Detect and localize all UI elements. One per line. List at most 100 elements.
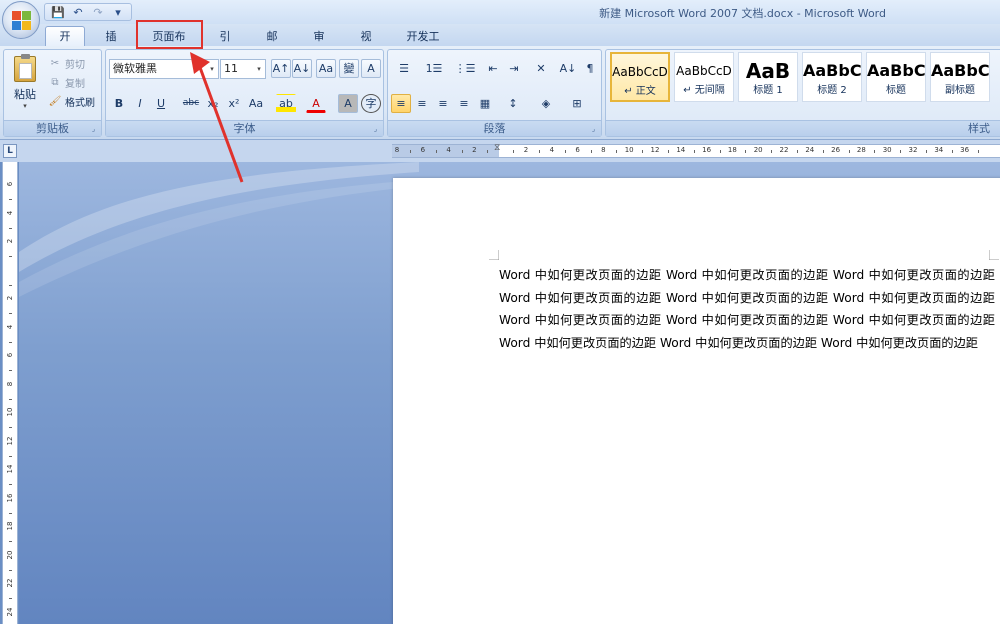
tab-view[interactable]: 视图	[345, 26, 387, 62]
underline-button[interactable]: U	[151, 94, 171, 113]
ruler-tick	[590, 150, 592, 153]
ruler-label: 8	[601, 146, 606, 154]
style-heading-1[interactable]: AaB 标题 1	[738, 52, 798, 102]
decrease-indent-button[interactable]: ⇤	[483, 59, 503, 78]
style-no-spacing[interactable]: AaBbCcD ↵ 无间隔	[674, 52, 734, 102]
tab-home[interactable]: 开始	[45, 26, 85, 62]
ruler-tick	[642, 150, 644, 153]
ruler-tick	[874, 150, 876, 153]
ruler-tick	[848, 150, 850, 153]
shading-button[interactable]: ◈	[533, 94, 559, 113]
font-color-button[interactable]: A	[306, 94, 326, 113]
grow-font-button[interactable]: A↑	[271, 59, 291, 78]
customize-icon[interactable]: ▾	[109, 4, 127, 20]
char-border-button[interactable]: A	[361, 59, 381, 78]
align-center-button[interactable]: ≡	[412, 94, 432, 113]
crop-mark-left	[489, 250, 499, 260]
brush-icon: 🖌	[48, 96, 62, 107]
shrink-font-button[interactable]: A↓	[292, 59, 312, 78]
font-launcher-icon[interactable]: ⌟	[371, 125, 380, 134]
style-heading-2[interactable]: AaBbC 标题 2	[802, 52, 862, 102]
ruler-label: 2	[472, 146, 477, 154]
copy-button[interactable]: ⧉ 复制	[48, 75, 85, 90]
ruler-label: 4	[446, 146, 451, 154]
style-title[interactable]: AaBbC 标题	[866, 52, 926, 102]
ruler-label: 8	[394, 146, 400, 154]
office-button[interactable]	[2, 1, 40, 39]
ruler-label: 36	[960, 146, 970, 154]
redo-icon[interactable]: ↷	[89, 4, 107, 20]
enclose-char-button[interactable]: 字	[361, 94, 381, 113]
ruler-label: 24	[6, 607, 14, 616]
ruler-label: 6	[6, 181, 14, 187]
ruler-tick	[771, 150, 773, 153]
clipboard-group-label: 剪贴板	[4, 120, 101, 136]
borders-button[interactable]: ⊞	[564, 94, 590, 113]
paragraph-launcher-icon[interactable]: ⌟	[589, 125, 598, 134]
style-subtitle[interactable]: AaBbC 副标题	[930, 52, 990, 102]
horizontal-ruler[interactable]: 8 6 4 2 2 4 6 8 10 12 14 16 18 20 22 24 26 28 30 32 34 36 ⧖	[392, 143, 1000, 158]
bold-button[interactable]: B	[109, 94, 129, 113]
sort-button[interactable]: A↓	[558, 59, 578, 78]
cut-button[interactable]: ✂ 剪切	[48, 56, 85, 71]
ruler-label: 34	[934, 146, 944, 154]
line-spacing-button[interactable]: ↕	[500, 94, 526, 113]
multilevel-list-button[interactable]: ⋮☰	[451, 59, 479, 78]
paste-button[interactable]: 粘贴 ▾	[8, 54, 42, 116]
paste-icon	[14, 54, 36, 82]
style-normal[interactable]: AaBbCcD ↵ 正文	[610, 52, 670, 102]
italic-button[interactable]: I	[130, 94, 150, 113]
align-left-button[interactable]: ≡	[391, 94, 411, 113]
ruler-label: 4	[6, 324, 14, 329]
tab-review[interactable]: 审阅	[298, 26, 340, 62]
justify-button[interactable]: ≡	[454, 94, 474, 113]
ruler-label: 28	[856, 146, 866, 154]
styles-gallery: AaBbCcD ↵ 正文 AaBbCcD ↵ 无间隔 AaB 标题 1 AaBb…	[608, 52, 990, 104]
ruler-tick	[9, 569, 12, 571]
document-body-text[interactable]: Word 中如何更改页面的边距 Word 中如何更改页面的边距 Word 中如何…	[499, 264, 995, 354]
clipboard-group: 粘贴 ▾ ✂ 剪切 ⧉ 复制 🖌 格式刷 剪贴板 ⌟	[3, 49, 102, 137]
asian-layout-button[interactable]: ✕	[528, 59, 554, 78]
char-shading-button[interactable]: A	[338, 94, 358, 113]
bullets-button[interactable]: ☰	[391, 59, 417, 78]
ruler-label: 26	[831, 146, 841, 154]
tab-insert[interactable]: 插入	[90, 26, 132, 62]
ruler-label: 14	[6, 464, 14, 474]
watermark-brand: Baidu经验	[768, 537, 953, 577]
phonetic-guide-button[interactable]: 變	[339, 59, 359, 78]
numbering-button[interactable]: 1☰	[420, 59, 448, 78]
highlight-color-button[interactable]: ab	[276, 94, 296, 113]
ruler-tick	[745, 150, 747, 153]
tab-developer[interactable]: 开发工具	[392, 26, 454, 62]
ruler-label: 2	[6, 295, 14, 301]
ruler-tick	[9, 284, 12, 286]
paste-dropdown-icon[interactable]: ▾	[8, 102, 42, 110]
ruler-tick	[796, 150, 798, 153]
ruler-tick	[667, 150, 669, 153]
indent-marker-icon[interactable]: ⧖	[494, 143, 500, 153]
ruler-label: 6	[420, 146, 426, 154]
ruler-tick	[693, 150, 695, 153]
tab-selector-button[interactable]: L	[3, 144, 17, 158]
red-arrow-icon	[190, 52, 244, 183]
ruler-tick	[951, 150, 953, 153]
save-icon[interactable]: 💾	[49, 4, 67, 20]
format-painter-button[interactable]: 🖌 格式刷	[48, 94, 95, 109]
ruler-label: 16	[702, 146, 712, 154]
show-marks-button[interactable]: ¶	[580, 59, 600, 78]
watermark-url: jingyan.baidu.com	[770, 579, 909, 597]
increase-indent-button[interactable]: ⇥	[504, 59, 524, 78]
ruler-label: 14	[676, 146, 686, 154]
ruler-label: 10	[6, 407, 14, 417]
ruler-tick	[822, 150, 824, 153]
clear-format-button[interactable]: Aa	[316, 59, 336, 78]
distributed-button[interactable]: ▦	[475, 94, 495, 113]
clipboard-launcher-icon[interactable]: ⌟	[89, 125, 98, 134]
ruler-bar: L 8 6 4 2 2 4 6 8 10 12 14 16 18 20 22 24 26 28 30 32 34 36 ⧖	[0, 140, 1000, 162]
ruler-label: 32	[908, 146, 918, 154]
ruler-tick	[9, 199, 12, 201]
ruler-tick	[616, 150, 618, 153]
vertical-ruler[interactable]: 6 4 2 2 4 6 8 10 12 14 16 18 20 22 24	[2, 162, 18, 624]
undo-icon[interactable]: ↶	[69, 4, 87, 20]
align-right-button[interactable]: ≡	[433, 94, 453, 113]
